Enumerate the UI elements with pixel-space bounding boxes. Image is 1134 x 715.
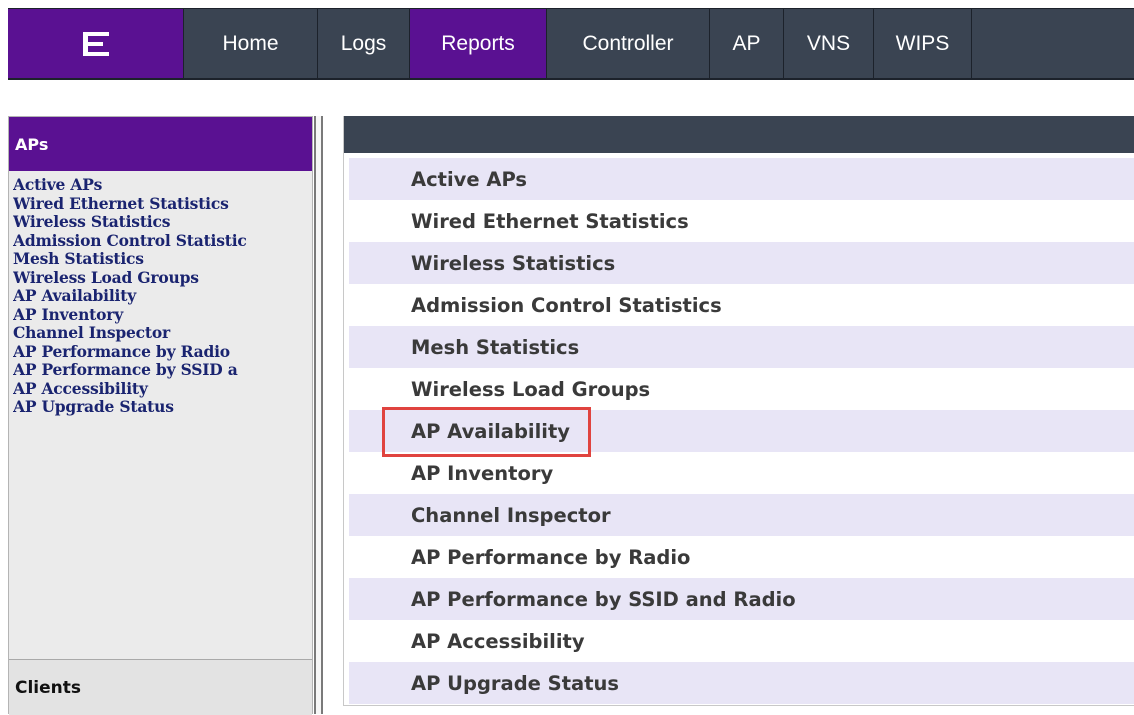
sidebar-item-wireless-load-groups[interactable]: Wireless Load Groups: [13, 269, 312, 288]
report-link-active-aps[interactable]: Active APs: [349, 158, 1134, 200]
sidebar: APs Active APs Wired Ethernet Statistics…: [8, 116, 313, 715]
report-label: Wireless Load Groups: [411, 377, 651, 401]
report-link-wireless-load-groups[interactable]: Wireless Load Groups: [349, 368, 1134, 410]
sidebar-item-ap-accessibility[interactable]: AP Accessibility: [13, 380, 312, 399]
sidebar-item-ap-availability[interactable]: AP Availability: [13, 287, 312, 306]
sidebar-item-wired-ethernet-statistics[interactable]: Wired Ethernet Statistics: [13, 195, 312, 214]
sidebar-section-aps-header[interactable]: APs: [9, 117, 312, 171]
panel-splitter[interactable]: [314, 116, 323, 714]
report-label: AP Performance by SSID and Radio: [411, 587, 796, 611]
nav-tab-vns[interactable]: VNS: [784, 9, 874, 78]
report-link-ap-upgrade-status[interactable]: AP Upgrade Status: [349, 662, 1134, 704]
reports-panel: Active APs Wired Ethernet Statistics Wir…: [343, 116, 1134, 706]
sidebar-item-active-aps[interactable]: Active APs: [13, 176, 312, 195]
nav-tab-ap[interactable]: AP: [710, 9, 784, 78]
report-label: Channel Inspector: [411, 503, 611, 527]
report-link-ap-availability[interactable]: AP Availability: [349, 406, 1134, 457]
sidebar-item-channel-inspector[interactable]: Channel Inspector: [13, 324, 312, 343]
sidebar-item-wireless-statistics[interactable]: Wireless Statistics: [13, 213, 312, 232]
report-link-ap-performance-by-ssid-and-radio[interactable]: AP Performance by SSID and Radio: [349, 578, 1134, 620]
sidebar-section-clients-header[interactable]: Clients: [9, 659, 312, 715]
report-link-admission-control-statistics[interactable]: Admission Control Statistics: [349, 284, 1134, 326]
report-label: Wireless Statistics: [411, 251, 616, 275]
nav-tab-wips[interactable]: WIPS: [874, 9, 972, 78]
report-label: Active APs: [411, 167, 528, 191]
report-label: AP Upgrade Status: [411, 671, 620, 695]
nav-tab-controller[interactable]: Controller: [547, 9, 710, 78]
report-label: Mesh Statistics: [411, 335, 580, 359]
report-link-wired-ethernet-statistics[interactable]: Wired Ethernet Statistics: [349, 200, 1134, 242]
report-link-ap-accessibility[interactable]: AP Accessibility: [349, 620, 1134, 662]
report-list: Active APs Wired Ethernet Statistics Wir…: [344, 153, 1134, 704]
sidebar-list: Active APs Wired Ethernet Statistics Wir…: [9, 171, 312, 417]
report-link-channel-inspector[interactable]: Channel Inspector: [349, 494, 1134, 536]
extreme-logo-icon[interactable]: [8, 9, 184, 78]
report-link-ap-inventory[interactable]: AP Inventory: [349, 452, 1134, 494]
report-link-mesh-statistics[interactable]: Mesh Statistics: [349, 326, 1134, 368]
report-label: Admission Control Statistics: [411, 293, 722, 317]
sidebar-item-admission-control-statistics[interactable]: Admission Control Statistic: [13, 232, 312, 251]
top-navigation-bar: Home Logs Reports Controller AP VNS WIPS: [8, 8, 1134, 80]
sidebar-item-mesh-statistics[interactable]: Mesh Statistics: [13, 250, 312, 269]
sidebar-item-ap-inventory[interactable]: AP Inventory: [13, 306, 312, 325]
sidebar-item-ap-performance-by-ssid[interactable]: AP Performance by SSID a: [13, 361, 312, 380]
nav-tab-logs[interactable]: Logs: [318, 9, 410, 78]
report-label: AP Performance by Radio: [411, 545, 691, 569]
report-link-wireless-statistics[interactable]: Wireless Statistics: [349, 242, 1134, 284]
sidebar-item-ap-upgrade-status[interactable]: AP Upgrade Status: [13, 398, 312, 417]
nav-tab-reports[interactable]: Reports: [410, 9, 547, 78]
report-label-text: AP Availability: [411, 419, 571, 443]
nav-tab-home[interactable]: Home: [184, 9, 318, 78]
nav-bar-filler: [972, 9, 1134, 78]
sidebar-item-ap-performance-by-radio[interactable]: AP Performance by Radio: [13, 343, 312, 362]
report-label: Wired Ethernet Statistics: [411, 209, 689, 233]
report-link-ap-performance-by-radio[interactable]: AP Performance by Radio: [349, 536, 1134, 578]
report-label: AP Accessibility: [411, 629, 585, 653]
report-label-highlighted: AP Availability: [382, 406, 592, 457]
reports-panel-header: [344, 116, 1134, 153]
report-label: AP Inventory: [411, 461, 554, 485]
